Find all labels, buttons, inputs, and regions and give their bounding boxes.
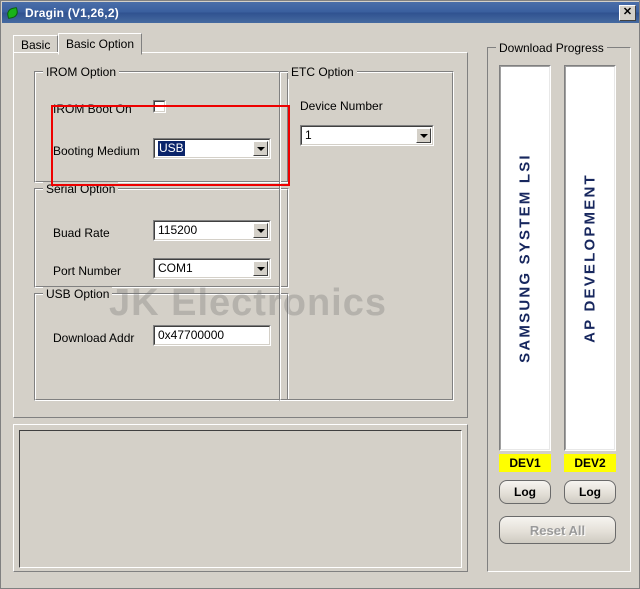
group-download-progress: Download Progress SAMSUNG SYSTEM LSI AP … xyxy=(487,41,631,572)
combo-port-number[interactable]: COM1 xyxy=(153,258,271,279)
combo-booting-medium[interactable]: USB xyxy=(153,138,271,159)
group-download-progress-title: Download Progress xyxy=(496,41,607,55)
reset-all-button[interactable]: Reset All xyxy=(499,516,616,544)
group-usb-option: USB Option Download Addr 0x47700000 xyxy=(34,287,289,401)
group-serial-option: Serial Option Buad Rate 115200 Port Numb… xyxy=(34,182,289,288)
log-button-dev1[interactable]: Log xyxy=(499,480,551,504)
progress-bar-dev1-text: SAMSUNG SYSTEM LSI xyxy=(516,153,534,363)
label-download-addr: Download Addr xyxy=(53,331,135,345)
label-device-number: Device Number xyxy=(300,99,383,113)
log-output-panel xyxy=(13,424,468,572)
group-serial-option-title: Serial Option xyxy=(43,182,119,196)
status-badge-dev1: DEV1 xyxy=(499,454,551,472)
tab-panel-basic-option: IROM Option IROM Boot On Booting Medium … xyxy=(13,52,468,418)
checkbox-irom-boot-on[interactable] xyxy=(153,100,166,113)
combo-booting-medium-value: USB xyxy=(158,141,185,156)
status-badge-dev2: DEV2 xyxy=(564,454,616,472)
chevron-down-icon[interactable] xyxy=(253,223,268,238)
tab-strip: Basic Basic Option xyxy=(13,33,468,55)
progress-bar-dev1: SAMSUNG SYSTEM LSI xyxy=(499,65,551,451)
application-window: Dragin (V1,26,2) ✕ Basic Basic Option IR… xyxy=(0,0,640,589)
label-irom-boot-on: IROM Boot On xyxy=(53,102,132,116)
group-etc-option-title: ETC Option xyxy=(288,65,357,79)
close-icon[interactable]: ✕ xyxy=(619,4,636,21)
window-title: Dragin (V1,26,2) xyxy=(25,5,119,20)
chevron-down-icon[interactable] xyxy=(253,141,268,156)
group-usb-option-title: USB Option xyxy=(43,287,113,301)
label-baud-rate: Buad Rate xyxy=(53,226,110,240)
log-button-dev2[interactable]: Log xyxy=(564,480,616,504)
input-download-addr-value: 0x47700000 xyxy=(158,328,225,342)
combo-baud-rate[interactable]: 115200 xyxy=(153,220,271,241)
input-download-addr[interactable]: 0x47700000 xyxy=(153,325,271,346)
log-output-textarea[interactable] xyxy=(19,430,462,568)
combo-device-number-value: 1 xyxy=(305,128,312,142)
title-bar: Dragin (V1,26,2) ✕ xyxy=(2,2,639,23)
group-irom-option-title: IROM Option xyxy=(43,65,120,79)
chevron-down-icon[interactable] xyxy=(416,128,431,143)
progress-bar-dev2-text: AP DEVELOPMENT xyxy=(581,173,599,343)
label-booting-medium: Booting Medium xyxy=(53,144,140,158)
label-port-number: Port Number xyxy=(53,264,122,278)
combo-baud-rate-value: 115200 xyxy=(158,223,198,237)
chevron-down-icon[interactable] xyxy=(253,261,268,276)
combo-device-number[interactable]: 1 xyxy=(300,125,434,146)
group-irom-option: IROM Option IROM Boot On Booting Medium … xyxy=(34,65,290,186)
app-leaf-icon xyxy=(6,6,20,20)
tab-basic-option[interactable]: Basic Option xyxy=(58,33,143,55)
combo-port-number-value: COM1 xyxy=(158,261,193,275)
progress-bar-dev2: AP DEVELOPMENT xyxy=(564,65,616,451)
group-etc-option: ETC Option Device Number 1 xyxy=(279,65,454,401)
tab-basic[interactable]: Basic xyxy=(13,35,59,53)
